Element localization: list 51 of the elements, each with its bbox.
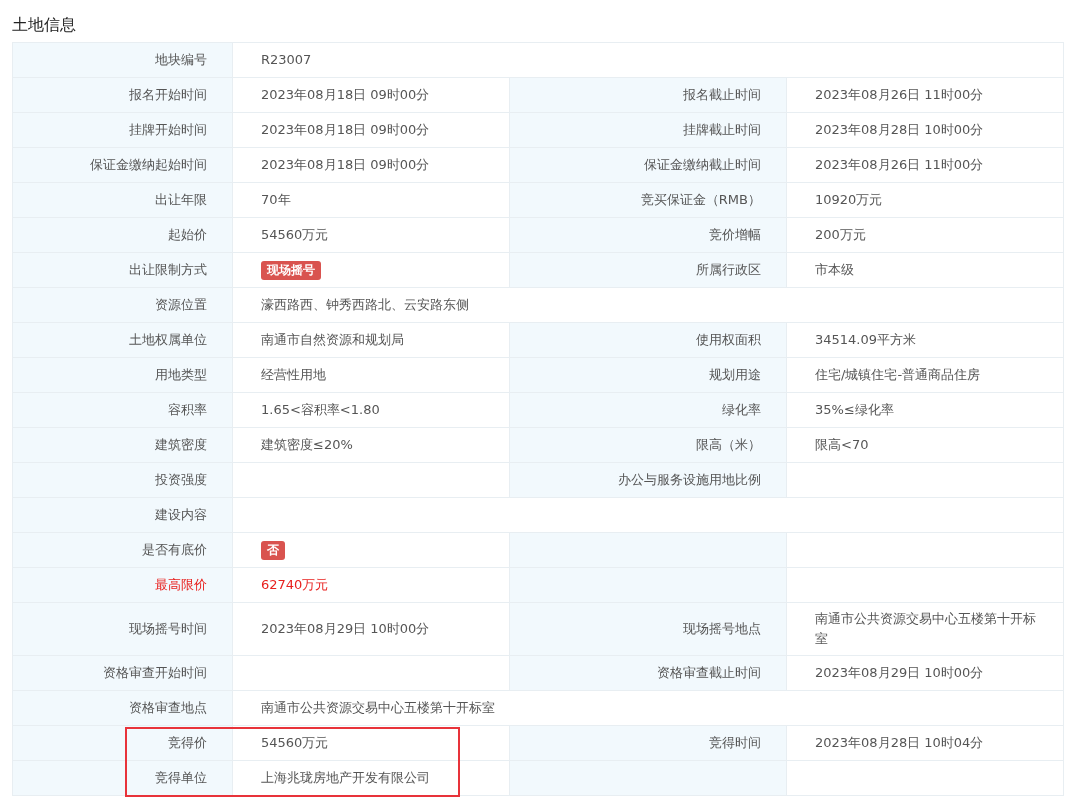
row-label: 竞得时间 — [510, 726, 787, 761]
row-label: 资源位置 — [13, 288, 233, 323]
row-label: 竞得价 — [13, 726, 233, 761]
table-cell: 2023年08月26日 11时00分 — [787, 78, 1064, 113]
table-cell: 2023年08月29日 10时00分 — [787, 656, 1064, 691]
row-label: 办公与服务设施用地比例 — [510, 463, 787, 498]
row-label: 所属行政区 — [510, 253, 787, 288]
row-label: 土地权属单位 — [13, 323, 233, 358]
row-label: 保证金缴纳起始时间 — [13, 148, 233, 183]
row-label: 投资强度 — [13, 463, 233, 498]
row-label: 竞买保证金（RMB） — [510, 183, 787, 218]
status-tag: 否 — [261, 540, 285, 560]
row-label: 容积率 — [13, 393, 233, 428]
table-cell: 34514.09平方米 — [787, 323, 1064, 358]
row-label: 现场摇号地点 — [510, 603, 787, 656]
table-cell: 10920万元 — [787, 183, 1064, 218]
status-tag: 现场摇号 — [261, 260, 321, 280]
section-title: 土地信息 — [11, 14, 77, 36]
row-label: 出让年限 — [13, 183, 233, 218]
table-cell: 2023年08月28日 10时04分 — [787, 726, 1064, 761]
table-cell: 限高<70 — [787, 428, 1064, 463]
row-label: 资格审查地点 — [13, 691, 233, 726]
row-label: 出让限制方式 — [13, 253, 233, 288]
row-label: 用地类型 — [13, 358, 233, 393]
row-label: 报名截止时间 — [510, 78, 787, 113]
row-label: 竞价增幅 — [510, 218, 787, 253]
table-cell: 200万元 — [787, 218, 1064, 253]
row-label: 报名开始时间 — [13, 78, 233, 113]
row-label: 现场摇号时间 — [13, 603, 233, 656]
row-label: 资格审查开始时间 — [13, 656, 233, 691]
row-label: 资格审查截止时间 — [510, 656, 787, 691]
table-cell: 市本级 — [787, 253, 1064, 288]
table-cell: 2023年08月26日 11时00分 — [787, 148, 1064, 183]
row-label: 使用权面积 — [510, 323, 787, 358]
row-label: 建设内容 — [13, 498, 233, 533]
row-label: 竞得单位 — [13, 761, 233, 796]
row-label: 绿化率 — [510, 393, 787, 428]
row-label: 建筑密度 — [13, 428, 233, 463]
row-label: 挂牌开始时间 — [13, 113, 233, 148]
row-label: 限高（米） — [510, 428, 787, 463]
row-label: 规划用途 — [510, 358, 787, 393]
row-label: 保证金缴纳截止时间 — [510, 148, 787, 183]
table-cell: 南通市公共资源交易中心五楼第十开标室 — [787, 603, 1064, 656]
table-cell: 住宅/城镇住宅-普通商品住房 — [787, 358, 1064, 393]
row-label: 最高限价 — [13, 568, 233, 603]
row-label: 起始价 — [13, 218, 233, 253]
table-cell: 35%≤绿化率 — [787, 393, 1064, 428]
table-cell: 2023年08月28日 10时00分 — [787, 113, 1064, 148]
row-label: 是否有底价 — [13, 533, 233, 568]
row-label: 地块编号 — [13, 43, 233, 78]
row-label: 挂牌截止时间 — [510, 113, 787, 148]
